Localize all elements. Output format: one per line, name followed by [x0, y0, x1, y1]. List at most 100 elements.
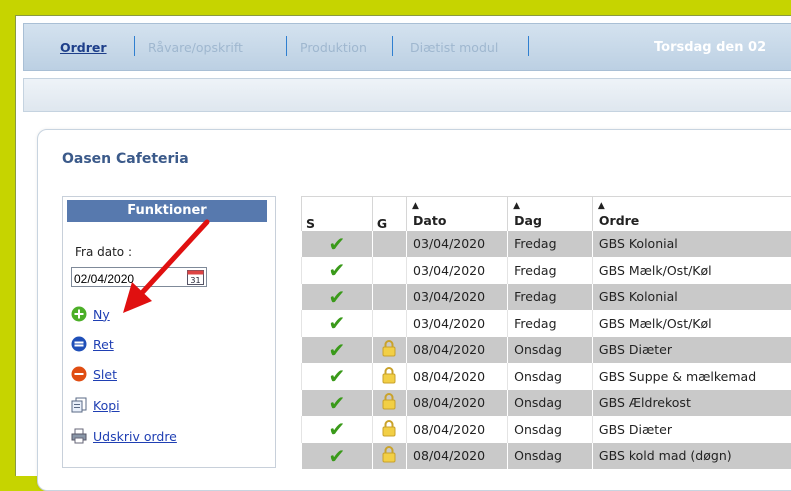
col-header-s[interactable]: S [302, 197, 373, 231]
status-cell: ✔ [302, 363, 373, 390]
toolbar-strip [23, 78, 791, 112]
locked-cell [372, 443, 406, 470]
nav-separator [392, 36, 393, 56]
functions-header: Funktioner [67, 200, 267, 222]
table-row[interactable]: ✔ 03/04/2020FredagGBS Kolonial [302, 231, 791, 258]
nav-separator [528, 36, 529, 56]
nav-ravare-opskrift[interactable]: Råvare/opskrift [148, 40, 243, 55]
dag-cell: Fredag [508, 257, 593, 284]
locked-cell [372, 231, 406, 258]
dato-cell: 03/04/2020 [407, 231, 508, 258]
ordre-cell: GBS Kolonial [592, 284, 791, 311]
ret-link-row[interactable]: Ret [71, 335, 114, 353]
calendar-day: 31 [190, 276, 200, 285]
checkmark-icon: ✔ [329, 338, 346, 362]
dato-cell: 08/04/2020 [407, 416, 508, 443]
slet-link[interactable]: Slet [93, 367, 117, 382]
ny-link-row[interactable]: Ny [71, 305, 110, 323]
checkmark-icon: ✔ [329, 364, 346, 388]
functions-panel: Funktioner Fra dato : 31 Ny Ret Slet Kop… [62, 196, 276, 468]
ordre-cell: GBS Kolonial [592, 231, 791, 258]
dag-cell: Onsdag [508, 363, 593, 390]
locked-cell [372, 257, 406, 284]
status-cell: ✔ [302, 416, 373, 443]
ordre-cell: GBS kold mad (døgn) [592, 443, 791, 470]
col-header-g[interactable]: G [372, 197, 406, 231]
slet-link-row[interactable]: Slet [71, 365, 117, 383]
nav-separator [134, 36, 135, 56]
dato-cell: 03/04/2020 [407, 310, 508, 337]
lock-icon [382, 339, 396, 357]
status-cell: ✔ [302, 443, 373, 470]
copy-icon [71, 397, 87, 413]
col-header-dag-label: Dag [514, 213, 542, 228]
dag-cell: Fredag [508, 310, 593, 337]
lock-icon [382, 366, 396, 384]
delete-icon [71, 366, 87, 382]
locked-cell [372, 416, 406, 443]
kopi-link[interactable]: Kopi [93, 398, 120, 413]
checkmark-icon: ✔ [329, 311, 346, 335]
dato-cell: 08/04/2020 [407, 363, 508, 390]
col-header-ordre[interactable]: ▲Ordre [592, 197, 791, 231]
ret-link[interactable]: Ret [93, 337, 114, 352]
current-date-title: Torsdag den 02 [654, 40, 766, 55]
status-cell: ✔ [302, 257, 373, 284]
calendar-icon[interactable]: 31 [187, 269, 204, 285]
table-row[interactable]: ✔ 08/04/2020OnsdagGBS Ældrekost [302, 390, 791, 417]
ordre-cell: GBS Diæter [592, 416, 791, 443]
dag-cell: Fredag [508, 231, 593, 258]
sort-icon: ▲ [412, 201, 419, 211]
edit-icon [71, 336, 87, 352]
table-row[interactable]: ✔ 08/04/2020OnsdagGBS Diæter [302, 337, 791, 364]
fra-dato-label: Fra dato : [75, 245, 132, 259]
checkmark-icon: ✔ [329, 258, 346, 282]
dag-cell: Onsdag [508, 416, 593, 443]
nav-separator [286, 36, 287, 56]
checkmark-icon: ✔ [329, 232, 346, 256]
ordre-cell: GBS Mælk/Ost/Køl [592, 310, 791, 337]
ordre-cell: GBS Diæter [592, 337, 791, 364]
locked-cell [372, 284, 406, 311]
checkmark-icon: ✔ [329, 417, 346, 441]
nav-produktion[interactable]: Produktion [300, 40, 367, 55]
nav-diaetist-modul[interactable]: Diætist modul [410, 40, 498, 55]
nav-ordrer[interactable]: Ordrer [60, 40, 107, 55]
status-cell: ✔ [302, 390, 373, 417]
dag-cell: Onsdag [508, 337, 593, 364]
sort-icon: ▲ [513, 201, 520, 211]
kopi-link-row[interactable]: Kopi [71, 396, 120, 414]
fra-dato-field: 31 [71, 267, 207, 287]
orders-table: S G ▲Dato ▲Dag ▲Ordre ✔03/04/2020FredagG… [301, 196, 791, 469]
table-row[interactable]: ✔ 03/04/2020FredagGBS Mælk/Ost/Køl [302, 257, 791, 284]
table-row[interactable]: ✔ 08/04/2020OnsdagGBS Diæter [302, 416, 791, 443]
page-title: Oasen Cafeteria [62, 151, 189, 167]
dag-cell: Onsdag [508, 390, 593, 417]
lock-icon [382, 419, 396, 437]
lock-icon [382, 392, 396, 410]
top-navigation: Ordrer Råvare/opskrift Produktion Diætis… [23, 23, 791, 71]
ordre-cell: GBS Mælk/Ost/Køl [592, 257, 791, 284]
ordre-cell: GBS Ældrekost [592, 390, 791, 417]
checkmark-icon: ✔ [329, 391, 346, 415]
table-row[interactable]: ✔ 08/04/2020OnsdagGBS Suppe & mælkemad [302, 363, 791, 390]
dag-cell: Onsdag [508, 443, 593, 470]
ny-link[interactable]: Ny [93, 307, 110, 322]
col-header-ordre-label: Ordre [599, 213, 639, 228]
col-header-dag[interactable]: ▲ Dag [508, 197, 593, 231]
col-header-dato-label: Dato [413, 213, 446, 228]
dato-cell: 08/04/2020 [407, 337, 508, 364]
status-cell: ✔ [302, 284, 373, 311]
table-row[interactable]: ✔03/04/2020FredagGBS Kolonial [302, 284, 791, 311]
dato-cell: 08/04/2020 [407, 390, 508, 417]
table-row[interactable]: ✔ 03/04/2020FredagGBS Mælk/Ost/Køl [302, 310, 791, 337]
dato-cell: 03/04/2020 [407, 284, 508, 311]
udskriv-ordre-link[interactable]: Udskriv ordre [93, 429, 177, 444]
udskriv-link-row[interactable]: Udskriv ordre [71, 427, 177, 445]
table-row[interactable]: ✔08/04/2020OnsdagGBS kold mad (døgn) [302, 443, 791, 470]
ordre-cell: GBS Suppe & mælkemad [592, 363, 791, 390]
fra-dato-input[interactable] [72, 270, 186, 288]
add-icon [71, 306, 87, 322]
col-header-dato[interactable]: ▲ Dato [407, 197, 508, 231]
dato-cell: 03/04/2020 [407, 257, 508, 284]
